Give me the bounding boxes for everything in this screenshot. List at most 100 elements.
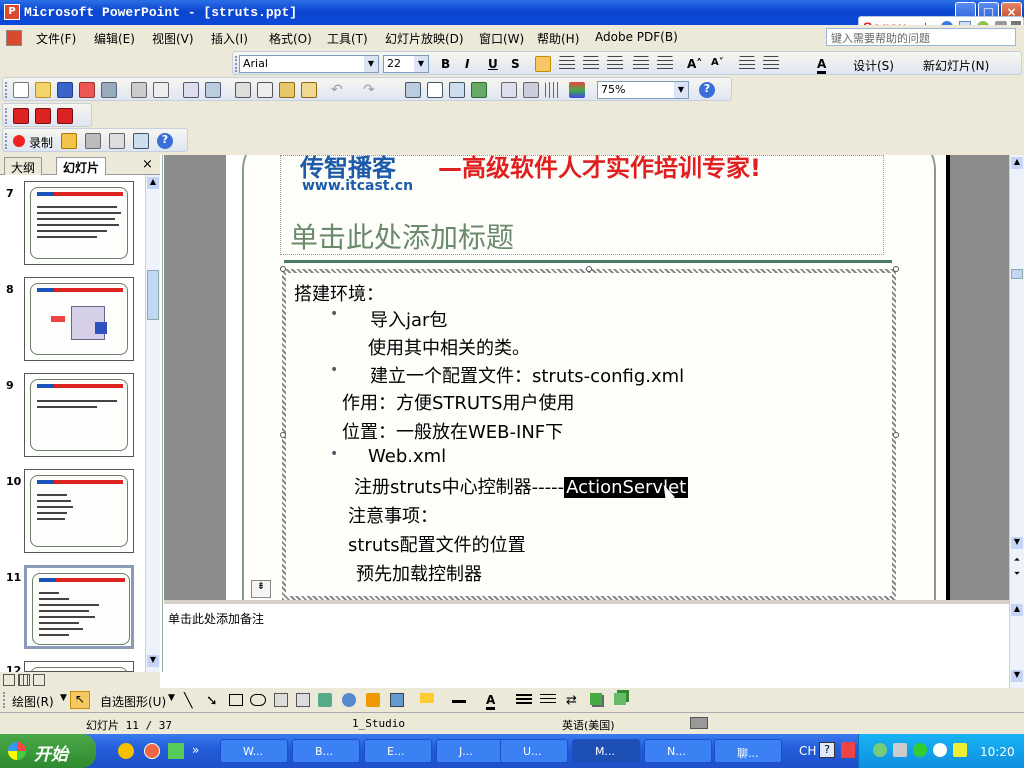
msn-icon[interactable] — [168, 743, 184, 759]
tab-slides[interactable]: 幻灯片 — [56, 157, 107, 175]
select-pointer-icon[interactable]: ↖ — [70, 691, 90, 709]
scroll-thumb[interactable] — [1011, 269, 1023, 279]
slide-thumbnail-8[interactable] — [24, 277, 134, 361]
decrease-indent-icon[interactable] — [739, 56, 755, 72]
menu-adobe-pdf[interactable]: Adobe PDF(B) — [595, 30, 678, 44]
font-size-combo[interactable]: 22 ▼ — [383, 55, 429, 73]
font-name-combo[interactable]: Arial ▼ — [239, 55, 379, 73]
security-icon[interactable] — [953, 743, 967, 757]
menu-edit[interactable]: 编辑(E) — [94, 30, 135, 47]
oval-icon[interactable] — [250, 694, 266, 706]
taskbar-item[interactable]: B... — [292, 739, 360, 763]
notes-pane[interactable] — [164, 600, 1009, 688]
menu-slideshow[interactable]: 幻灯片放映(D) — [385, 30, 464, 47]
show-grid-icon[interactable] — [545, 82, 561, 98]
menu-file[interactable]: 文件(F) — [36, 30, 76, 47]
menu-help[interactable]: 帮助(H) — [537, 30, 579, 47]
chevron-down-icon[interactable]: ▼ — [168, 693, 175, 703]
powerpoint-app-icon[interactable]: P — [4, 4, 20, 20]
line-style-icon[interactable] — [516, 694, 532, 706]
tables-borders-icon[interactable] — [449, 82, 465, 98]
next-slide-icon[interactable]: ⏷ — [1011, 569, 1023, 581]
design-button[interactable]: 设计(S) — [853, 57, 894, 74]
diagram-icon[interactable] — [342, 693, 356, 707]
autofit-options-icon[interactable]: ⇟ — [251, 580, 271, 598]
ime-icon[interactable] — [841, 742, 855, 758]
taskbar-item[interactable]: U... — [500, 739, 568, 763]
increase-indent-icon[interactable] — [763, 56, 779, 72]
align-left-icon[interactable] — [535, 56, 551, 72]
paste-icon[interactable] — [279, 82, 295, 98]
font-color-icon[interactable]: A — [817, 57, 827, 74]
tray-icon[interactable] — [873, 743, 887, 757]
language-tray[interactable]: CH — [799, 744, 816, 758]
resize-handle[interactable] — [280, 266, 286, 272]
print-preview-icon[interactable] — [153, 82, 169, 98]
chevron-down-icon[interactable]: ▼ — [674, 82, 688, 98]
slide-title[interactable]: 单击此处添加标题 — [290, 216, 514, 256]
new-slide-button[interactable]: 新幻灯片(N) — [923, 57, 989, 74]
slide-scrollbar[interactable]: ▲ ▼ ⏶ ⏷ — [1009, 155, 1024, 600]
cut-icon[interactable] — [235, 82, 251, 98]
justify-icon[interactable] — [607, 56, 623, 72]
normal-view-icon[interactable] — [3, 674, 15, 686]
record-icon[interactable] — [13, 135, 25, 147]
insert-chart-icon[interactable] — [405, 82, 421, 98]
draw-menu-button[interactable]: 绘图(R) — [12, 693, 54, 710]
open-folder-icon[interactable] — [35, 82, 51, 98]
visual-basic-icon[interactable] — [85, 133, 101, 149]
insert-hyperlink-icon[interactable] — [471, 82, 487, 98]
email-icon[interactable] — [101, 82, 117, 98]
align-center-icon[interactable] — [559, 56, 575, 72]
slide-thumbnail-9[interactable] — [24, 373, 134, 457]
record-label[interactable]: 录制 — [29, 134, 53, 151]
undo-icon[interactable]: ↶ — [331, 82, 347, 98]
taskbar-item[interactable]: N... — [644, 739, 712, 763]
format-painter-icon[interactable] — [301, 82, 317, 98]
italic-icon[interactable]: I — [465, 57, 469, 71]
chevron-down-icon[interactable]: ▼ — [414, 56, 428, 72]
dash-style-icon[interactable] — [540, 694, 556, 706]
line-color-icon[interactable] — [452, 693, 466, 703]
numbered-list-icon[interactable] — [633, 56, 649, 72]
rectangle-icon[interactable] — [229, 694, 243, 706]
arrow-style-icon[interactable]: ⇄ — [566, 693, 577, 708]
research-icon[interactable] — [205, 82, 221, 98]
permission-icon[interactable] — [79, 82, 95, 98]
redo-icon[interactable]: ↷ — [363, 82, 379, 98]
previous-slide-icon[interactable]: ⏶ — [1011, 555, 1023, 567]
help-icon[interactable]: ? — [157, 133, 173, 149]
taskbar-item[interactable]: 聊... — [714, 739, 782, 763]
pdf-email-icon[interactable] — [35, 108, 51, 124]
3d-style-icon[interactable] — [614, 693, 626, 705]
scroll-up-icon[interactable]: ▲ — [147, 177, 159, 189]
notes-placeholder[interactable]: 单击此处添加备注 — [168, 610, 264, 627]
insert-table-icon[interactable] — [427, 82, 443, 98]
close-panel-icon[interactable]: × — [142, 157, 153, 172]
script-editor-icon[interactable] — [133, 133, 149, 149]
fill-color-icon[interactable] — [420, 693, 434, 703]
show-formatting-icon[interactable] — [523, 82, 539, 98]
underline-icon[interactable]: U — [488, 57, 498, 71]
vertical-text-box-icon[interactable] — [296, 693, 310, 707]
slide-thumbnail-10[interactable] — [24, 469, 134, 553]
color-grayscale-icon[interactable] — [569, 82, 585, 98]
slide-thumbnail-12[interactable] — [24, 661, 134, 672]
arrow-icon[interactable]: ➘ — [206, 693, 218, 709]
scroll-up-icon[interactable]: ▲ — [1011, 157, 1023, 169]
menu-format[interactable]: 格式(O) — [269, 30, 312, 47]
quicklaunch-icon[interactable] — [118, 743, 134, 759]
resize-handle[interactable] — [893, 266, 899, 272]
control-toolbox-icon[interactable] — [109, 133, 125, 149]
slides-panel-scrollbar[interactable]: ▲ ▼ — [145, 175, 160, 672]
scroll-down-icon[interactable]: ▼ — [1011, 670, 1023, 682]
taskbar-item[interactable]: W... — [220, 739, 288, 763]
tab-outline[interactable]: 大纲 — [4, 157, 43, 175]
toolbar-grip[interactable] — [235, 56, 238, 72]
zoom-combo[interactable]: 75% ▼ — [597, 81, 689, 99]
bold-icon[interactable]: B — [441, 57, 450, 71]
clip-art-icon[interactable] — [366, 693, 380, 707]
slide-thumbnail-7[interactable] — [24, 181, 134, 265]
chevron-down-icon[interactable]: ▼ — [364, 56, 378, 72]
help-search-input[interactable]: 键入需要帮助的问题 — [826, 28, 1016, 46]
